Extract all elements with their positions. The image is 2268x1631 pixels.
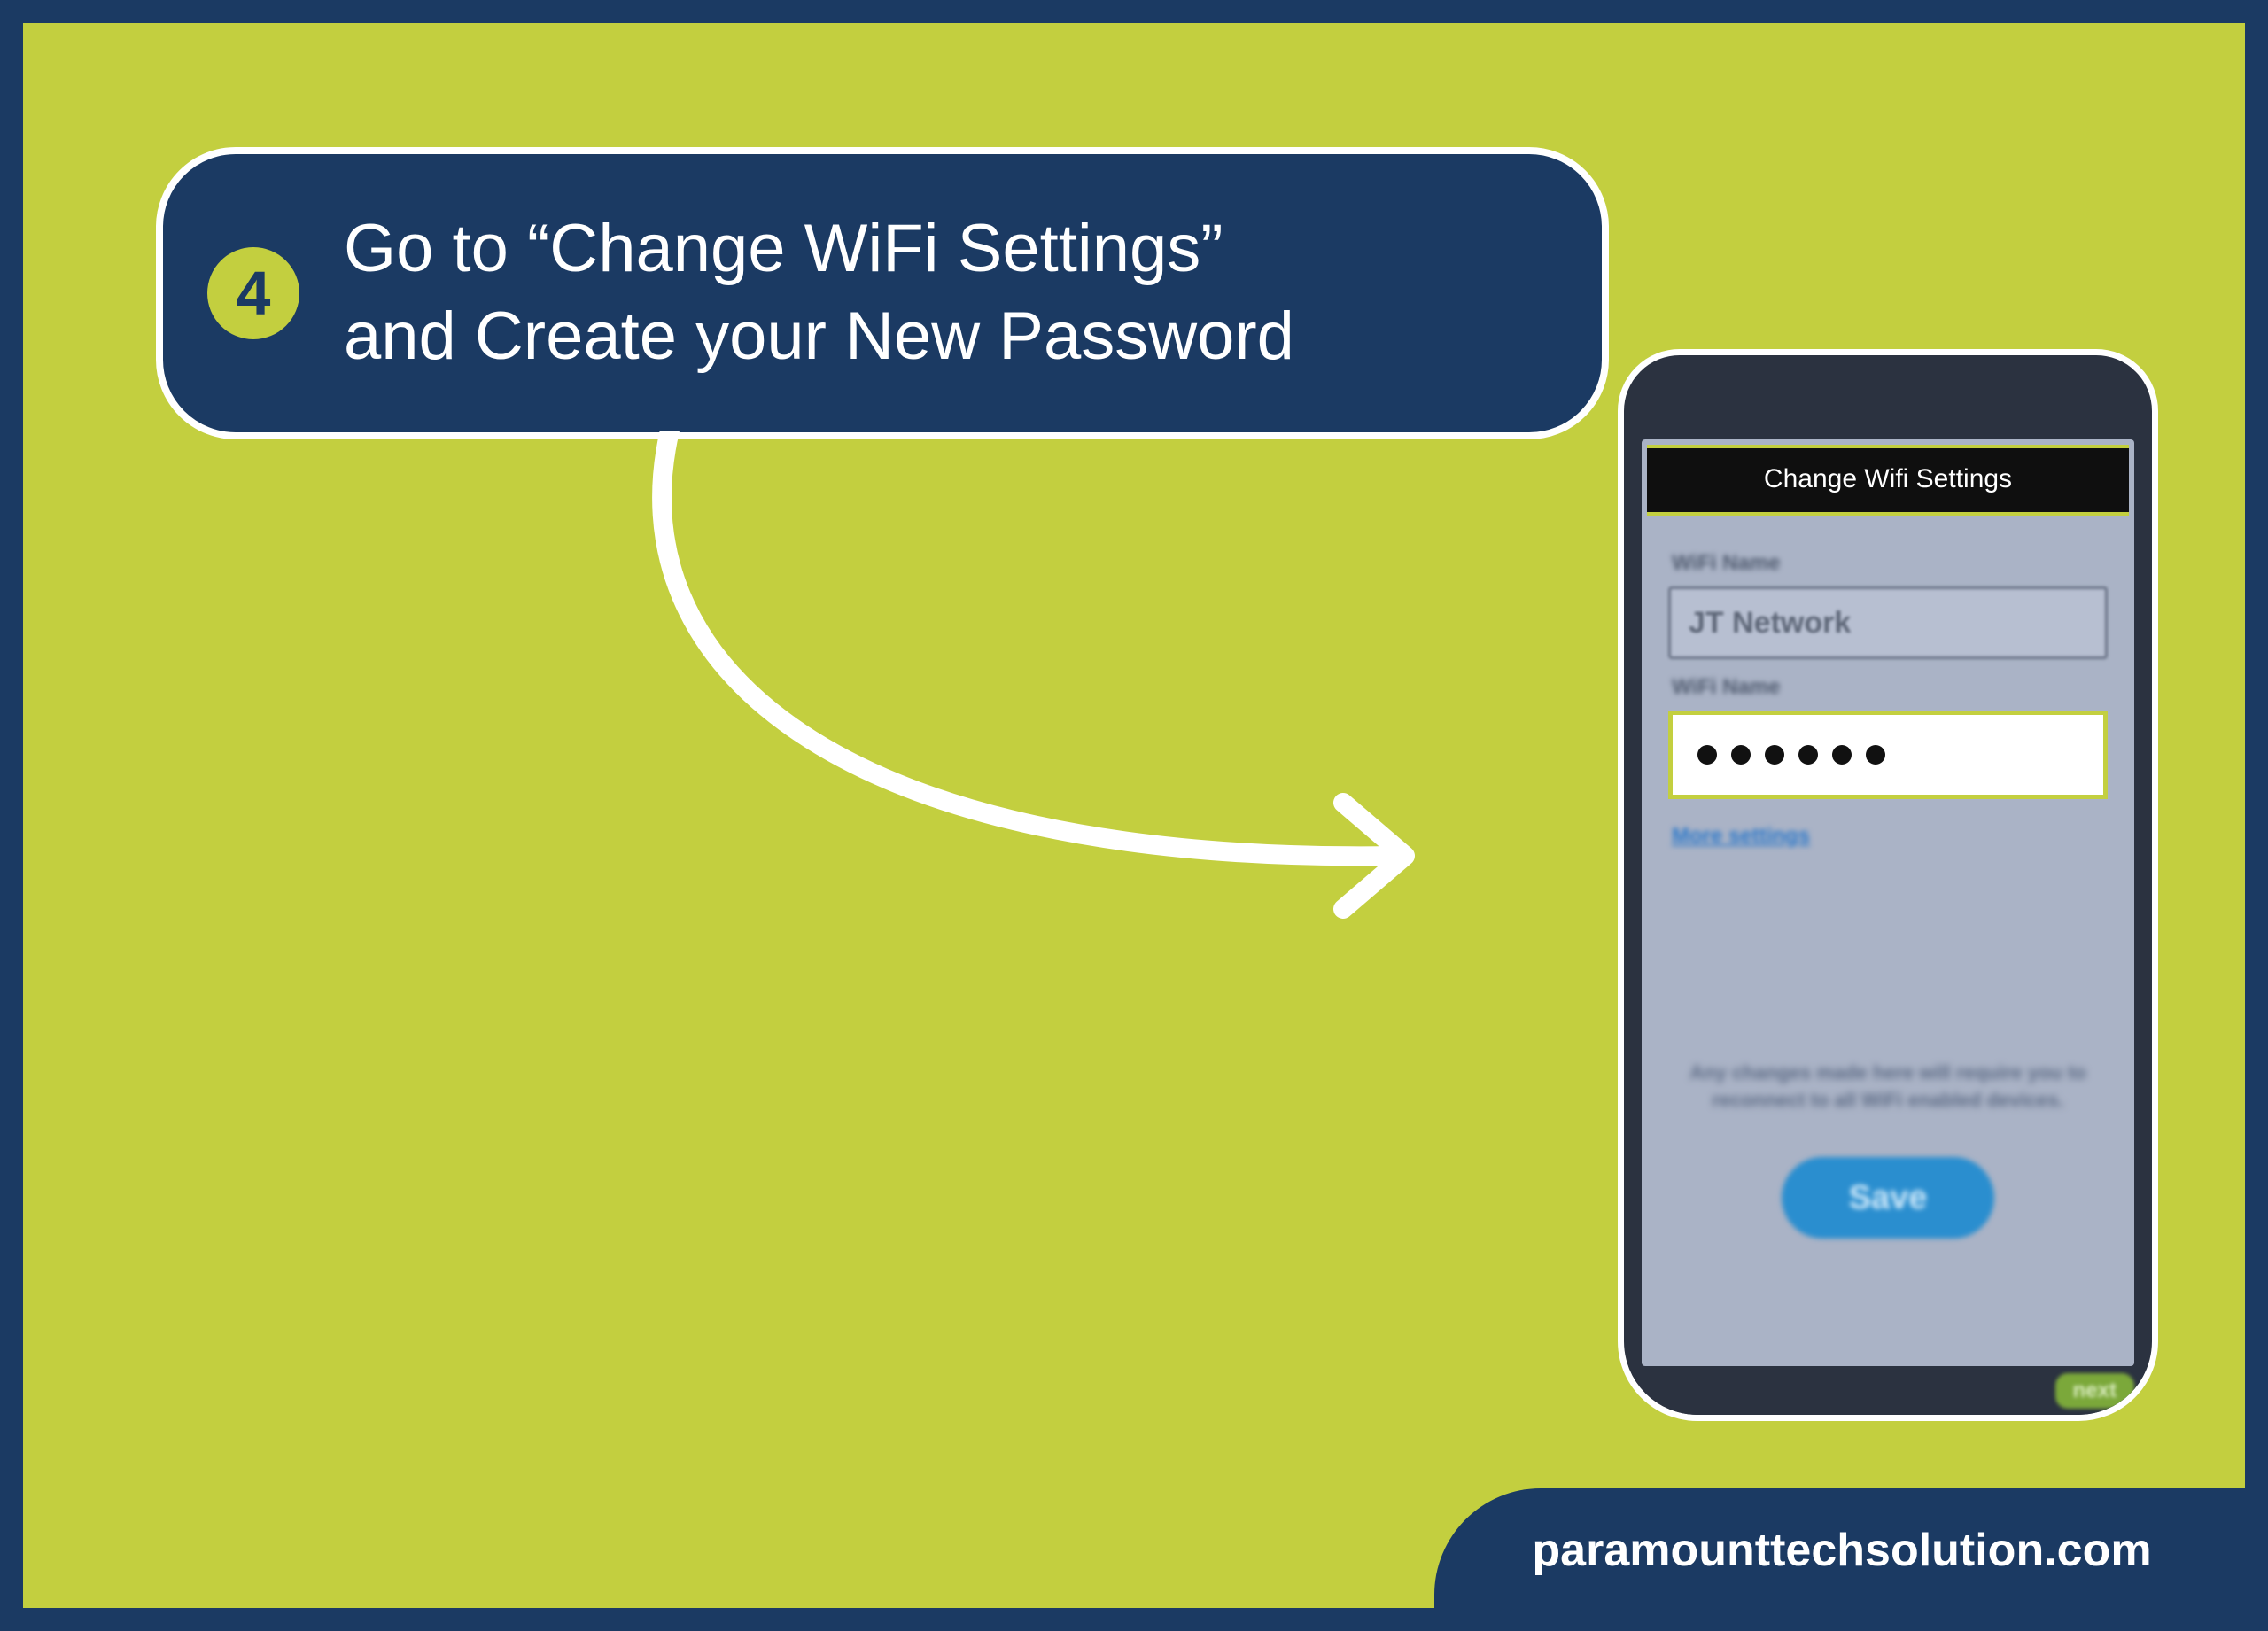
disclaimer-text: Any changes made here will require you t… [1668,1060,2108,1115]
save-button[interactable]: Save [1782,1157,1994,1239]
step-line1: Go to “Change WiFi Settings” [344,211,1223,286]
screen-title-bar: Change Wifi Settings [1647,445,2129,516]
phone-mockup: Change Wifi Settings WiFi Name WiFi Name… [1618,349,2158,1421]
password-dots [1697,745,1885,765]
step-instruction: Go to “Change WiFi Settings” and Create … [344,206,1294,381]
next-button[interactable]: next [2055,1373,2134,1409]
wifi-name-label: WiFi Name [1672,551,2108,576]
wifi-name-input[interactable] [1668,586,2108,659]
screen-title: Change Wifi Settings [1764,464,2012,493]
footer-branding: paramounttechsolution.com [1434,1488,2249,1612]
step-number-badge: 4 [207,247,299,339]
infographic-frame: 4 Go to “Change WiFi Settings” and Creat… [0,0,2268,1631]
more-settings-link[interactable]: More settings [1672,824,2108,849]
step-bubble: 4 Go to “Change WiFi Settings” and Creat… [156,147,1609,439]
step-number: 4 [237,258,271,329]
phone-statusbar [1624,355,2152,435]
wifi-settings-form: WiFi Name WiFi Name More settings [1642,516,2134,849]
step-line2: and Create your New Password [344,299,1294,374]
arrow-icon [599,431,1485,927]
footer-site-label: paramounttechsolution.com [1532,1524,2151,1577]
phone-screen: Change Wifi Settings WiFi Name WiFi Name… [1642,439,2134,1366]
wifi-password-label: WiFi Name [1672,675,2108,700]
phone-nav-bar: next [1624,1366,2152,1415]
wifi-password-input[interactable] [1668,711,2108,799]
